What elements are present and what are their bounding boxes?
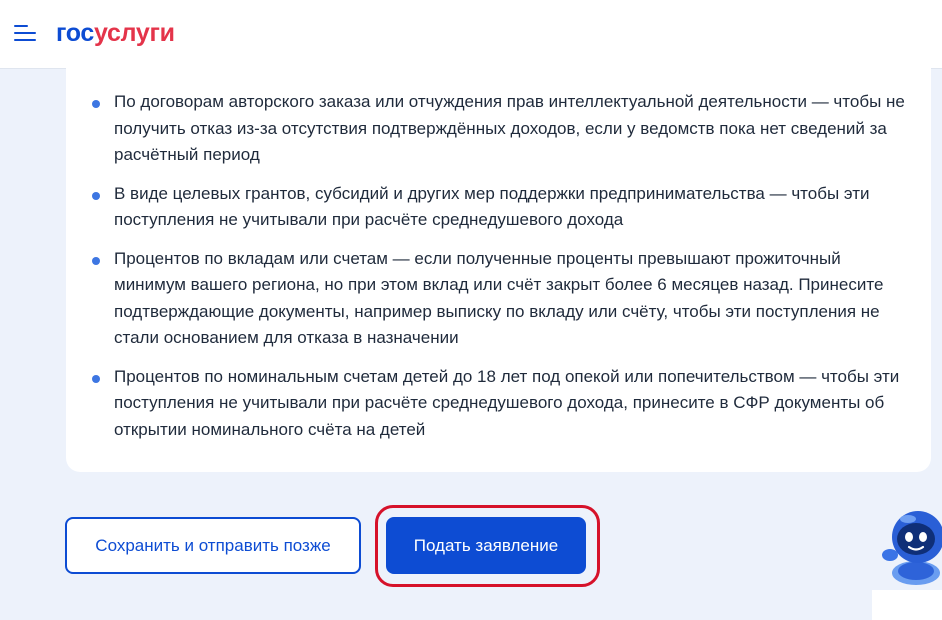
list-item: В виде целевых грантов, субсидий и други… <box>92 181 912 234</box>
gosuslugi-logo[interactable]: госуслуги <box>56 19 175 47</box>
bullet-icon <box>92 100 100 108</box>
bullet-icon <box>92 374 100 383</box>
logo-part-uslugi: услуги <box>94 19 175 47</box>
list-item-text: В виде целевых грантов, субсидий и други… <box>114 183 870 230</box>
header: госуслуги <box>0 0 942 69</box>
list-item: Процентов по вкладам или счетам — если п… <box>92 246 912 352</box>
save-later-button[interactable]: Сохранить и отправить позже <box>65 517 361 574</box>
bullet-icon <box>92 256 100 265</box>
bullet-icon <box>92 191 100 200</box>
list-item: По договорам авторского заказа или отчуж… <box>92 89 912 169</box>
list-item-text: Процентов по вкладам или счетам — если п… <box>114 248 884 348</box>
robot-assistant-icon[interactable] <box>878 505 942 585</box>
menu-icon[interactable] <box>14 23 38 43</box>
submit-application-button[interactable]: Подать заявление <box>386 517 586 574</box>
list-item: Процентов по номинальным счетам детей до… <box>92 364 912 444</box>
list-item-text: По договорам авторского заказа или отчуж… <box>114 92 905 164</box>
list-item-text: Процентов по номинальным счетам детей до… <box>114 366 900 439</box>
logo-part-gos: гос <box>56 19 95 47</box>
income-list: По договорам авторского заказа или отчуж… <box>92 89 912 443</box>
assistant-backdrop <box>872 590 942 620</box>
info-card: По договорам авторского заказа или отчуж… <box>66 68 931 472</box>
